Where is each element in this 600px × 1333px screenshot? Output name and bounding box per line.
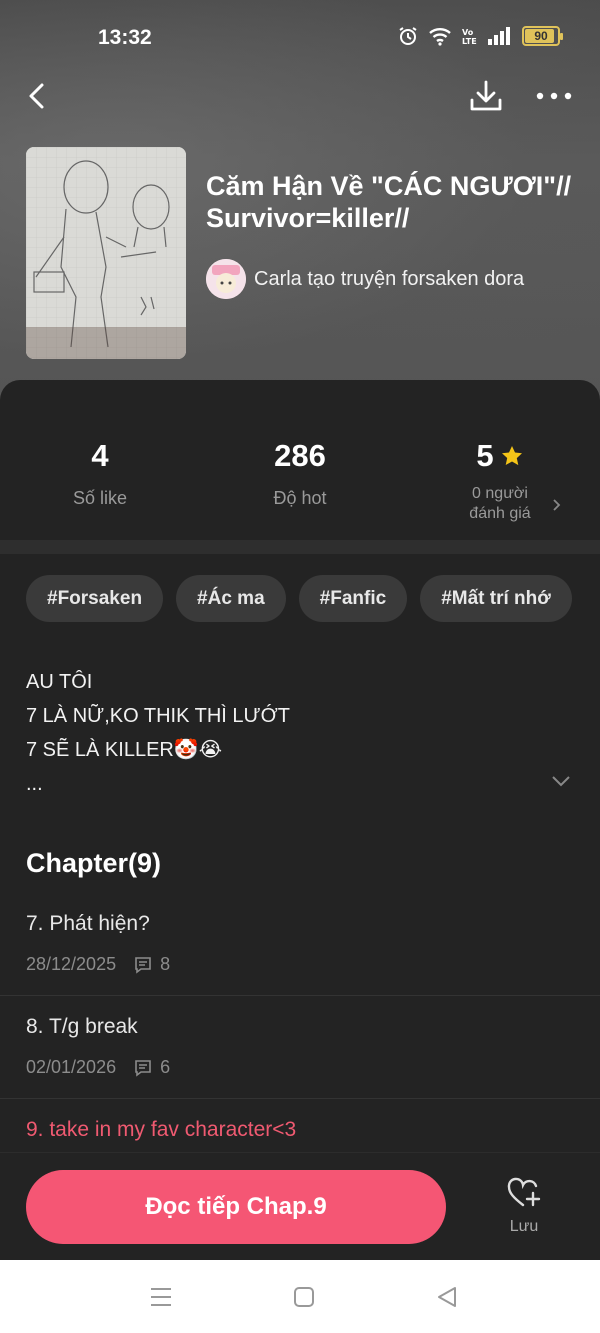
star-icon bbox=[501, 446, 522, 466]
story-title: Căm Hận Về "CÁC NGƯƠI"// Survivor=killer… bbox=[206, 171, 572, 233]
chapter-date: 28/12/2025 bbox=[26, 954, 117, 974]
comment-count: 6 bbox=[160, 1057, 171, 1077]
chapter-item[interactable]: 8. T/g break 02/01/2026 6 bbox=[0, 997, 600, 1099]
volte-icon: VoLTE bbox=[462, 28, 477, 46]
menu-icon[interactable] bbox=[148, 1284, 174, 1310]
rating-label-line2: đánh giá bbox=[469, 505, 531, 522]
continue-reading-button[interactable]: Đọc tiếp Chap.9 bbox=[26, 1170, 446, 1244]
status-bar: 13:32 Vo LTE 90 bbox=[0, 0, 600, 76]
rating-label-line1: 0 người bbox=[472, 485, 528, 502]
description-line: AU TÔI bbox=[26, 671, 93, 693]
chapter-date: 02/01/2026 bbox=[26, 1057, 117, 1077]
back-icon[interactable] bbox=[22, 80, 54, 112]
chapter-title: 9. take in my fav character<3 bbox=[26, 1118, 297, 1141]
home-icon[interactable] bbox=[291, 1284, 317, 1310]
section-divider bbox=[0, 540, 600, 554]
tag-chip[interactable]: #Forsaken bbox=[26, 575, 164, 622]
chapter-meta: 02/01/2026 6 bbox=[26, 1057, 170, 1078]
battery-icon: 90 bbox=[522, 26, 563, 46]
heart-plus-icon bbox=[507, 1177, 541, 1207]
rating-stat[interactable]: 5 0 người đánh giá bbox=[400, 438, 600, 524]
status-time: 13:32 bbox=[98, 26, 152, 49]
tag-chip[interactable]: #Mất trí nhớ bbox=[420, 575, 572, 622]
story-cover-image[interactable] bbox=[26, 147, 186, 359]
likes-stat: 4 Số like bbox=[0, 438, 200, 509]
comment-icon bbox=[135, 956, 151, 974]
chapter-item[interactable]: 7. Phát hiện? 28/12/2025 8 bbox=[0, 894, 600, 996]
comment-count: 8 bbox=[160, 954, 171, 974]
alarm-icon bbox=[399, 27, 417, 45]
top-navigation bbox=[0, 72, 600, 122]
chapter-heading: Chapter(9) bbox=[26, 848, 162, 878]
tag-chip[interactable]: #Ác ma bbox=[176, 575, 286, 622]
rating-value: 5 bbox=[476, 438, 494, 473]
rating-value-row: 5 bbox=[400, 438, 600, 474]
hot-value: 286 bbox=[274, 438, 326, 473]
description-line: 7 SẼ LÀ KILLER🤡😭 bbox=[26, 739, 223, 761]
chevron-down-icon[interactable] bbox=[550, 773, 572, 789]
author-info[interactable]: Carla tạo truyện forsaken dora bbox=[206, 258, 524, 300]
tag-chip[interactable]: #Fanfic bbox=[298, 575, 408, 622]
likes-value: 4 bbox=[91, 438, 109, 473]
wifi-icon bbox=[429, 28, 451, 46]
chapter-title: 7. Phát hiện? bbox=[26, 912, 150, 935]
description-line: ... bbox=[26, 773, 43, 795]
hot-stat: 286 Độ hot bbox=[200, 438, 400, 509]
author-avatar[interactable] bbox=[206, 259, 246, 299]
likes-label: Số like bbox=[72, 488, 128, 508]
svg-text:Vo: Vo bbox=[462, 28, 474, 37]
rating-label: 0 người đánh giá bbox=[400, 484, 600, 524]
chevron-right-icon[interactable] bbox=[550, 498, 564, 512]
chapter-title: 8. T/g break bbox=[26, 1015, 138, 1038]
svg-text:LTE: LTE bbox=[462, 37, 477, 46]
save-label: Lưu bbox=[509, 1218, 539, 1235]
more-icon[interactable] bbox=[534, 82, 574, 110]
hot-label: Độ hot bbox=[273, 488, 327, 508]
back-triangle-icon[interactable] bbox=[434, 1284, 460, 1310]
description-line: 7 LÀ NỮ,KO THIK THÌ LƯỚT bbox=[26, 705, 290, 727]
stats-section: 4 Số like 286 Độ hot 5 0 người đánh giá bbox=[0, 380, 600, 540]
save-button[interactable]: Lưu bbox=[494, 1177, 554, 1236]
story-description: AU TÔI 7 LÀ NỮ,KO THIK THÌ LƯỚT 7 SẼ LÀ … bbox=[26, 665, 546, 801]
status-icons: Vo LTE 90 bbox=[398, 26, 563, 46]
chapter-meta: 28/12/2025 8 bbox=[26, 954, 170, 975]
author-name: Carla tạo truyện forsaken dora bbox=[254, 267, 525, 290]
battery-level: 90 bbox=[534, 29, 548, 43]
signal-icon bbox=[488, 27, 510, 45]
story-details-panel: 4 Số like 286 Độ hot 5 0 người đánh giá … bbox=[0, 380, 600, 1260]
tag-list: #Forsaken #Ác ma #Fanfic #Mất trí nhớ bbox=[26, 575, 572, 623]
chapter-comments: 6 bbox=[134, 1057, 170, 1078]
bottom-action-bar: Đọc tiếp Chap.9 Lưu bbox=[0, 1152, 600, 1260]
chapter-comments: 8 bbox=[134, 954, 170, 975]
download-icon[interactable] bbox=[468, 78, 504, 114]
comment-icon bbox=[135, 1059, 151, 1077]
system-navigation-bar bbox=[0, 1260, 600, 1333]
